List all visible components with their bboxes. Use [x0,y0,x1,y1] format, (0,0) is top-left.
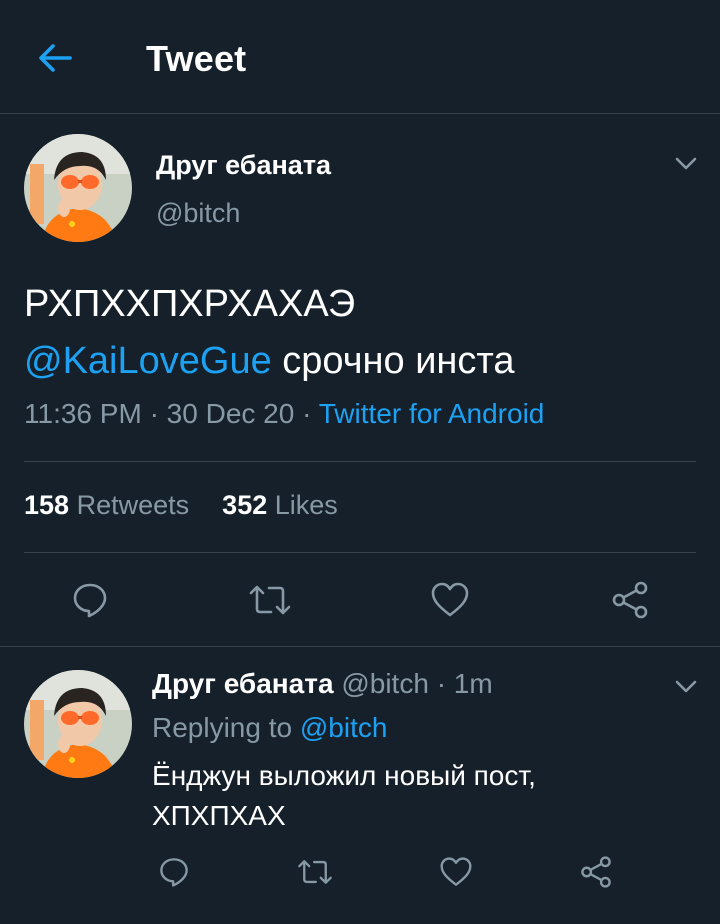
profile-photo [24,134,132,242]
back-button[interactable] [34,38,76,78]
top-app-bar: Tweet [0,0,720,114]
tweet-meta: 11:36 PM · 30 Dec 20 · Twitter for Andro… [24,398,544,430]
retweets-count: 158 [24,490,70,520]
separator-dot: · [436,668,447,699]
retweets-stat[interactable]: 158 Retweets [24,490,189,520]
retweet-button[interactable] [294,852,336,892]
reply-button[interactable] [154,852,194,892]
divider [24,552,696,553]
author-name[interactable]: Друг ебаната [156,150,331,181]
avatar[interactable] [24,134,132,242]
like-icon [440,857,472,886]
like-button[interactable] [436,852,476,892]
retweet-icon [249,585,291,615]
retweet-icon [298,860,332,884]
likes-stat[interactable]: 352 Likes [222,490,338,520]
share-button[interactable] [576,852,616,892]
reply-menu-button[interactable] [672,677,700,697]
tweet-detail-screen: Tweet Друг ебаната @bitch РХПХХПХРХАХАЭ … [0,0,720,924]
author-handle[interactable]: @bitch [156,198,240,229]
tweet-source-link[interactable]: Twitter for Android [319,398,545,429]
reply-button[interactable] [66,578,114,622]
share-icon [612,581,648,619]
tweet-text-line: РХПХХПХРХАХАЭ [24,283,356,325]
tweet-text-line: @KaiLoveGue срочно инста [24,333,696,390]
arrow-left-icon [39,44,72,72]
reply-text-line: Ёнджун выложил новый пост, [152,760,536,791]
reply-author-handle[interactable]: @bitch [341,668,429,699]
like-button[interactable] [426,578,474,622]
replying-prefix: Replying to [152,712,293,743]
replying-to-link[interactable]: @bitch [300,712,388,743]
retweets-label: Retweets [76,490,190,520]
likes-count: 352 [222,490,268,520]
reply-header: Друг ебаната @bitch · 1m [152,668,493,700]
reply-icon [160,858,188,887]
page-title: Tweet [146,38,247,79]
separator-dot: · [149,398,167,429]
like-icon [431,582,469,617]
reply-time: 1m [453,668,493,699]
separator-dot: · [302,398,319,429]
share-button[interactable] [606,578,654,622]
avatar[interactable] [24,670,132,778]
likes-label: Likes [274,490,338,520]
reply-text-line: ХПХПХАХ [152,800,286,831]
share-icon [581,856,611,888]
tweet-text: РХПХХПХРХАХАЭ @KaiLoveGue срочно инста [24,276,696,390]
profile-photo [24,670,132,778]
tweet-text-rest: срочно инста [282,340,515,382]
retweet-button[interactable] [246,578,294,622]
reply-text: Ёнджун выложил новый пост, ХПХПХАХ [152,756,692,836]
divider [0,646,720,647]
tweet-stats: 158 Retweets 352 Likes [24,490,338,521]
chevron-down-icon [675,157,697,170]
divider [24,461,696,462]
reply-author-name[interactable]: Друг ебаната [152,668,334,699]
tweet-time: 11:36 PM [24,398,142,429]
tweet-date: 30 Dec 20 [166,398,295,429]
replying-to: Replying to @bitch [152,712,387,744]
chevron-down-icon [675,680,697,693]
tweet-menu-button[interactable] [672,154,700,174]
mention-link[interactable]: @KaiLoveGue [24,340,272,382]
reply-icon [73,583,107,618]
